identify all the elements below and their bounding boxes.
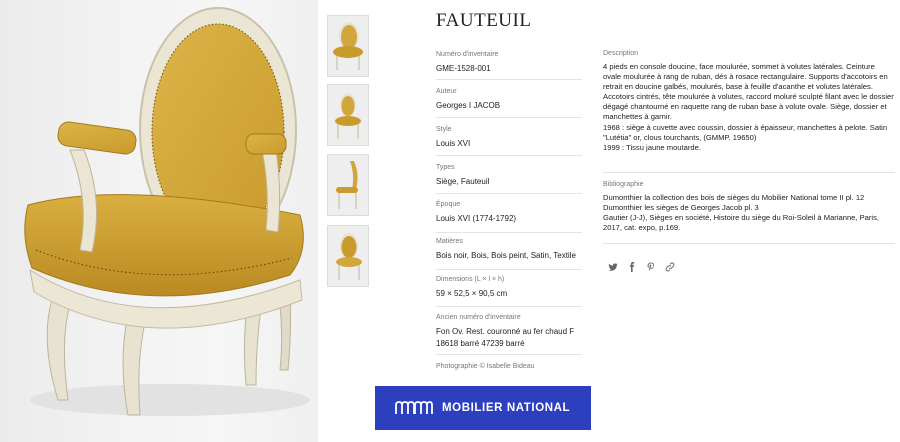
divider [436,306,582,307]
field-period: Époque Louis XVI (1774-1792) [436,201,582,233]
field-label: Auteur [436,88,457,95]
field-value: Bois noir, Bois, Bois peint, Satin, Text… [436,251,576,260]
divider [603,172,895,173]
field-value: 59 × 52,5 × 90,5 cm [436,289,508,298]
thumbnail-back[interactable] [327,225,369,287]
divider [436,193,582,194]
link-icon[interactable] [665,262,675,272]
share-bar [608,262,675,272]
divider [603,243,895,244]
bibliography-entry: Dumonthier la collection des bois de siè… [603,193,865,202]
field-style: Style Louis XVI [436,126,582,156]
divider [436,232,582,233]
field-label: Style [436,126,452,133]
field-value: Fon Ov. Rest. couronné au fer chaud F 18… [436,327,575,348]
facebook-icon[interactable] [627,262,637,272]
mobilier-national-logo-icon [395,401,433,414]
description-paragraph: 1999 : Tissu jaune moutarde. [603,142,701,152]
field-label: Matières [436,238,463,245]
description-text: 4 pieds en console doucine, face mouluré… [603,62,895,153]
thumbnail-side[interactable] [327,154,369,216]
divider [436,354,582,355]
field-label: Dimensions (L × l × h) [436,276,505,283]
bibliography-section: Bibliographie Dumonthier la collection d… [603,181,895,233]
field-label: Époque [436,201,461,208]
bibliography-entry: Dumonthier les sièges de Georges Jacob p… [603,203,759,213]
field-dimensions: Dimensions (L × l × h) 59 × 52,5 × 90,5 … [436,276,582,307]
thumbnail-front[interactable] [327,15,369,77]
main-photo[interactable] [0,0,318,442]
divider [436,79,582,80]
field-value: GME-1528-001 [436,64,491,73]
divider [436,117,582,118]
field-value: Louis XVI [436,139,471,148]
armchair-image [24,7,310,416]
field-label: Ancien numéro d'inventaire [436,314,521,321]
field-types: Types Siège, Fauteuil [436,164,582,194]
pinterest-icon[interactable] [646,262,656,272]
field-label: Types [436,164,455,171]
photo-credit: Photographie © Isabelle Bideau [436,363,535,370]
field-label: Numéro d'inventaire [436,51,499,58]
page-title: FAUTEUIL [436,10,532,31]
field-inventory-number: Numéro d'inventaire GME-1528-001 [436,51,582,80]
field-materials: Matières Bois noir, Bois, Bois peint, Sa… [436,238,582,270]
bibliography-text: Dumonthier la collection des bois de siè… [603,193,895,233]
mobilier-national-banner[interactable]: MOBILIER NATIONAL [375,386,591,430]
field-value: Georges I JACOB [436,101,501,110]
description-paragraph: 4 pieds en console doucine, face mouluré… [603,62,894,122]
description-label: Description [603,50,639,57]
divider [436,155,582,156]
field-value: Siège, Fauteuil [436,177,490,186]
field-value: Louis XVI (1774-1792) [436,214,517,223]
bibliography-entry: Gautier (J-J), Sièges en société, Histoi… [603,213,880,233]
description-paragraph: 1968 : siège à cuvette avec coussin, dos… [603,122,888,142]
thumbnail-three-quarter[interactable] [327,84,369,146]
field-old-inventory-number: Ancien numéro d'inventaire Fon Ov. Rest.… [436,314,582,355]
bibliography-label: Bibliographie [603,181,644,188]
field-author: Auteur Georges I JACOB [436,88,582,118]
description-section: Description 4 pieds en console doucine, … [603,50,895,153]
divider [436,269,582,270]
twitter-icon[interactable] [608,262,618,272]
banner-text: MOBILIER NATIONAL [442,402,571,414]
